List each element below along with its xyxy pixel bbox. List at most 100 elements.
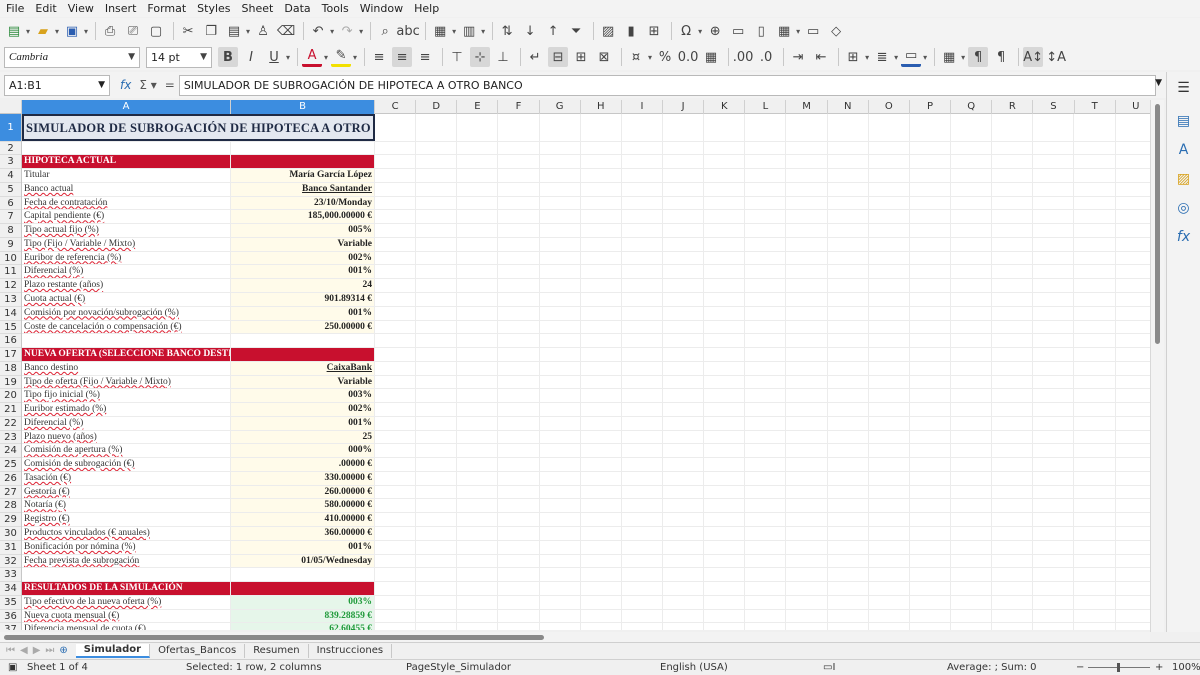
spelling-icon[interactable]: abc [396,21,419,41]
empty-cell[interactable] [622,320,663,334]
empty-cell[interactable] [498,210,540,224]
section-header-cell[interactable]: HIPOTECA ACTUAL [22,155,231,169]
empty-cell[interactable] [910,114,951,141]
empty-cell[interactable] [951,609,993,623]
empty-cell[interactable] [1116,265,1150,278]
empty-cell[interactable] [663,458,705,471]
empty-cell[interactable] [581,554,622,568]
empty-cell[interactable] [910,210,951,224]
empty-cell[interactable] [375,416,417,430]
empty-cell[interactable] [540,361,581,375]
empty-cell[interactable] [1033,169,1075,182]
empty-cell[interactable] [622,513,663,526]
empty-cell[interactable] [416,182,458,196]
empty-cell[interactable] [704,251,746,265]
horizontal-scroll-thumb[interactable] [4,635,544,640]
value-cell[interactable]: 001% [231,540,375,554]
label-cell[interactable]: Registro (€) [22,513,231,526]
define-print-area-icon[interactable]: ▦ [774,21,794,41]
empty-cell[interactable] [704,430,746,444]
empty-cell[interactable] [416,348,458,361]
empty-cell[interactable] [416,444,458,458]
empty-cell[interactable] [1033,623,1075,630]
empty-cell[interactable] [416,224,458,237]
label-cell[interactable]: Capital pendiente (€) [22,210,231,224]
empty-cell[interactable] [992,609,1034,623]
empty-cell[interactable] [581,403,622,416]
empty-cell[interactable] [663,361,705,375]
empty-cell[interactable] [869,389,910,403]
empty-cell[interactable] [663,320,705,334]
empty-cell[interactable] [457,210,499,224]
empty-cell[interactable] [786,224,828,237]
row-header[interactable]: 6 [0,197,21,211]
empty-cell[interactable] [786,348,828,361]
empty-cell[interactable] [457,595,499,609]
empty-cell[interactable] [375,210,417,224]
empty-cell[interactable] [828,403,869,416]
empty-cell[interactable] [1033,582,1075,595]
empty-cell[interactable] [540,375,581,389]
empty-cell[interactable] [1074,292,1116,306]
empty-cell[interactable] [1033,237,1075,251]
row-header[interactable]: 23 [0,431,21,445]
empty-cell[interactable] [910,568,951,582]
empty-cell[interactable] [745,196,787,210]
align-center-icon[interactable]: ≡ [392,47,413,67]
empty-cell[interactable] [498,499,540,513]
label-cell[interactable]: Fecha de contratación [22,196,231,210]
border-color-icon[interactable]: ▭ [901,47,922,67]
empty-cell[interactable] [910,595,951,609]
empty-cell[interactable] [992,251,1034,265]
empty-cell[interactable] [1074,169,1116,182]
label-cell[interactable]: Comisión de subrogación (€) [22,458,231,471]
empty-cell[interactable] [828,292,869,306]
empty-cell[interactable] [951,444,993,458]
language-status[interactable]: English (USA) [660,662,728,673]
empty-cell[interactable] [457,196,499,210]
empty-cell[interactable] [951,554,993,568]
empty-cell[interactable] [910,141,951,155]
empty-cell[interactable] [622,182,663,196]
row-header[interactable]: 20 [0,389,21,404]
empty-cell[interactable] [869,526,910,540]
underline-icon[interactable]: U [264,47,284,67]
empty-cell[interactable] [704,114,746,141]
empty-cell[interactable] [416,513,458,526]
empty-cell[interactable] [498,237,540,251]
prev-sheet-icon[interactable]: ◀ [20,645,28,656]
empty-cell[interactable] [540,141,581,155]
column-header-d[interactable]: D [416,100,458,114]
empty-cell[interactable] [745,609,787,623]
value-cell[interactable]: 001% [231,306,375,320]
clear-formatting-icon[interactable]: ⌫ [276,21,296,41]
empty-cell[interactable] [786,265,828,279]
empty-cell[interactable] [1074,485,1116,499]
empty-cell[interactable] [786,155,828,169]
empty-cell[interactable] [951,279,993,292]
empty-cell[interactable] [910,279,951,292]
empty-cell[interactable] [375,623,417,630]
empty-cell[interactable] [1033,485,1075,499]
hyperlink-icon[interactable]: ⊕ [705,21,725,41]
empty-cell[interactable] [1116,568,1150,581]
empty-cell[interactable] [622,526,663,540]
empty-cell[interactable] [540,513,581,526]
empty-cell[interactable] [951,155,993,169]
empty-cell[interactable] [828,279,869,292]
paste-icon[interactable]: ▤ [224,21,244,41]
empty-cell[interactable] [910,237,951,251]
empty-cell[interactable] [540,444,581,458]
empty-cell[interactable] [540,540,581,554]
empty-cell[interactable] [869,224,910,237]
row-header[interactable]: 11 [0,265,21,280]
empty-cell[interactable] [745,348,787,361]
row-header[interactable]: 32 [0,555,21,569]
empty-cell[interactable] [910,334,951,348]
empty-cell[interactable] [910,169,951,182]
empty-cell[interactable] [869,348,910,361]
value-cell[interactable]: 25 [231,430,375,444]
empty-cell[interactable] [745,540,787,554]
date-format-icon[interactable]: ▦ [701,47,721,67]
column-header-h[interactable]: H [581,100,622,114]
